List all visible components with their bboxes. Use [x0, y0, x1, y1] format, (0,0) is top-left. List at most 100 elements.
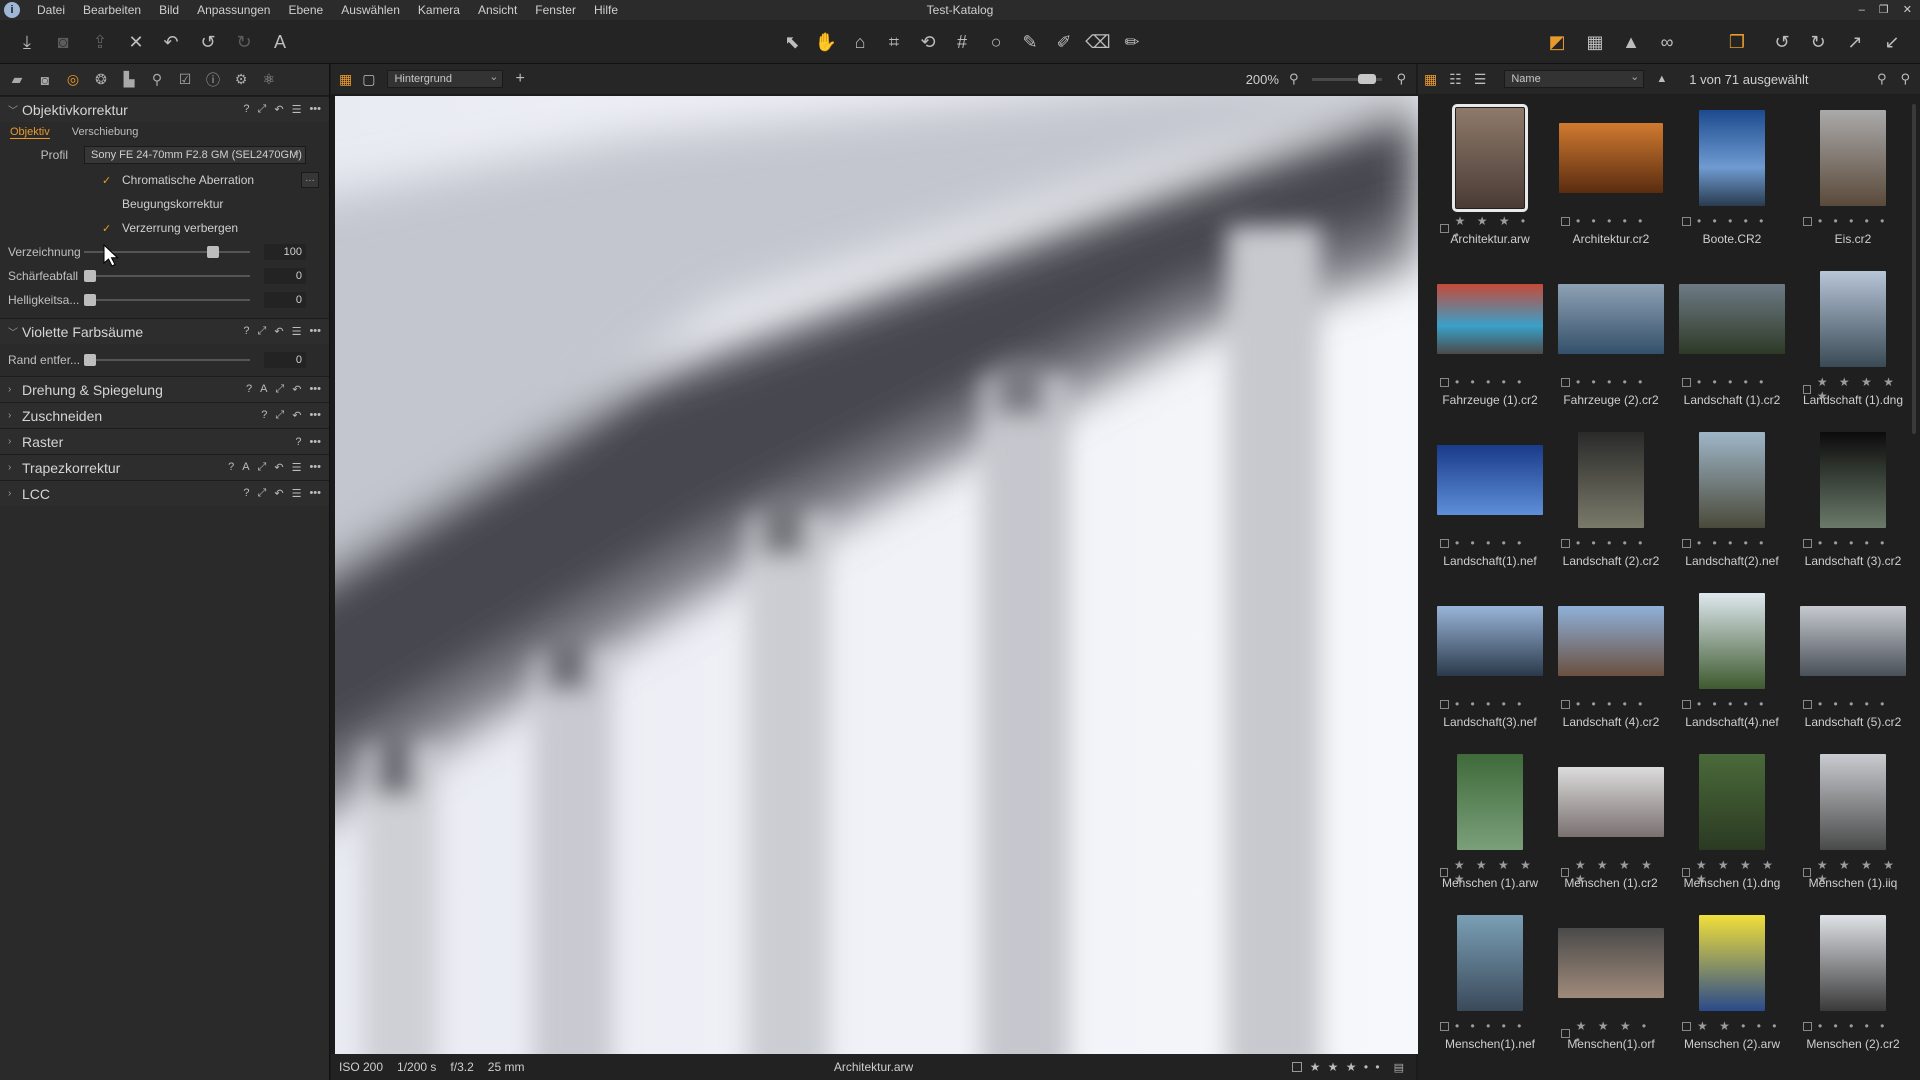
copy-adjustments-icon[interactable]: ↗: [1843, 30, 1867, 54]
slider-thumb[interactable]: [84, 294, 96, 306]
slider-track[interactable]: [84, 270, 250, 282]
more-icon[interactable]: •••: [309, 383, 321, 396]
pan-tool-icon[interactable]: ✋: [814, 30, 838, 54]
tab-library-icon[interactable]: ▰: [6, 69, 28, 91]
thumbnail-stars[interactable]: • • • • •: [1576, 375, 1646, 389]
presets-icon[interactable]: ☰: [292, 487, 302, 500]
thumbnail-image[interactable]: [1578, 432, 1644, 528]
subtab-objektiv[interactable]: Objektiv: [10, 126, 50, 139]
minimize-icon[interactable]: –: [1859, 0, 1865, 20]
thumbnail-cell[interactable]: ★ ★ ★ ★ ★ Menschen (1).iiq: [1793, 750, 1913, 910]
section-lcc[interactable]: › LCC ? ⤢ ↶ ☰ •••: [0, 480, 329, 506]
thumbnail-rating[interactable]: • • • • •: [1561, 375, 1661, 389]
status-checkbox[interactable]: [1291, 1062, 1302, 1072]
image-viewer[interactable]: [335, 96, 1418, 1054]
detail-view-icon[interactable]: ☰: [1474, 71, 1487, 88]
thumbnail-checkbox[interactable]: [1440, 538, 1449, 548]
menu-ansicht[interactable]: Ansicht: [469, 0, 526, 20]
copy-apply-icon[interactable]: ⤢: [258, 103, 267, 116]
subtab-verschiebung[interactable]: Verschiebung: [72, 126, 139, 138]
thumbnail-frame[interactable]: [1551, 428, 1671, 532]
thumbnail-frame[interactable]: [1551, 911, 1671, 1015]
help-icon[interactable]: ?: [243, 325, 249, 338]
thumbnail-cell[interactable]: ★ ★ ★ ★ ★ Menschen (1).arw: [1430, 750, 1550, 910]
thumbnail-frame[interactable]: [1430, 104, 1550, 212]
more-icon[interactable]: •••: [309, 325, 321, 338]
thumbnail-stars[interactable]: • • • • •: [1697, 697, 1767, 711]
undo-icon[interactable]: ↺: [196, 30, 220, 54]
reset-icon[interactable]: ↶: [159, 30, 183, 54]
copy-apply-icon[interactable]: ⤢: [258, 487, 267, 500]
thumbnail-image[interactable]: [1437, 606, 1543, 676]
thumbnail-image[interactable]: [1699, 754, 1765, 850]
aberration-options-button[interactable]: …: [301, 172, 319, 188]
thumbnail-image[interactable]: [1559, 123, 1663, 193]
thumbnail-frame[interactable]: [1551, 267, 1671, 371]
thumbnail-image[interactable]: [1558, 284, 1664, 354]
thumbnail-image[interactable]: [1800, 606, 1906, 676]
thumbnail-stars[interactable]: • • • • •: [1455, 375, 1525, 389]
thumbnail-frame[interactable]: [1793, 267, 1913, 371]
more-icon[interactable]: •••: [309, 436, 321, 448]
more-icon[interactable]: •••: [309, 409, 321, 422]
section-keystone[interactable]: › Trapezkorrektur ? A ⤢ ↶ ☰ •••: [0, 454, 329, 480]
thumbnail-frame[interactable]: [1430, 750, 1550, 854]
thumbnail-cell[interactable]: • • • • • Landschaft (2).cr2: [1551, 428, 1671, 588]
slider-track[interactable]: [84, 294, 250, 306]
thumbnail-stars[interactable]: • • • • •: [1818, 1019, 1888, 1033]
auto-icon[interactable]: A: [260, 383, 267, 396]
thumbnail-frame[interactable]: [1430, 911, 1550, 1015]
picker-tool-icon[interactable]: ✏: [1120, 30, 1144, 54]
menu-bearbeiten[interactable]: Bearbeiten: [74, 0, 150, 20]
before-after-icon[interactable]: ◩: [1545, 30, 1569, 54]
thumbnail-checkbox[interactable]: [1803, 699, 1812, 709]
reset-section-icon[interactable]: ↶: [274, 325, 283, 338]
thumbnail-stars[interactable]: • • • • •: [1576, 214, 1646, 228]
thumbnail-frame[interactable]: [1793, 428, 1913, 532]
zoom-out-icon[interactable]: ⚲: [1289, 71, 1299, 87]
zoom-level[interactable]: 200%: [1246, 72, 1279, 87]
menu-kamera[interactable]: Kamera: [409, 0, 469, 20]
filter-icon[interactable]: ⚲: [1877, 71, 1887, 87]
tab-capture-icon[interactable]: ◙: [34, 69, 56, 91]
redo-icon[interactable]: ↻: [232, 30, 256, 54]
thumbnail-frame[interactable]: [1672, 589, 1792, 693]
tab-metadata-icon[interactable]: ⓘ: [202, 69, 224, 91]
thumbnail-cell[interactable]: • • • • • Landschaft(1).nef: [1430, 428, 1550, 588]
thumbnail-cell[interactable]: • • • • • Landschaft(3).nef: [1430, 589, 1550, 749]
thumbnail-stars[interactable]: • • • • •: [1697, 536, 1767, 550]
thumbnail-frame[interactable]: [1672, 106, 1792, 210]
tab-details-icon[interactable]: ⚲: [146, 69, 168, 91]
thumbnail-checkbox[interactable]: [1803, 216, 1812, 226]
thumbnail-cell[interactable]: • • • • • Eis.cr2: [1793, 106, 1913, 266]
thumbnail-image[interactable]: [1820, 271, 1886, 367]
thumbnail-image[interactable]: [1437, 284, 1543, 354]
app-logo-icon[interactable]: i: [4, 2, 20, 18]
thumbnail-checkbox[interactable]: [1682, 216, 1691, 226]
thumbnail-image[interactable]: [1558, 928, 1664, 998]
menu-auswaehlen[interactable]: Auswählen: [332, 0, 409, 20]
thumbnail-cell[interactable]: • • • • • Landschaft(2).nef: [1672, 428, 1792, 588]
thumbnail-image[interactable]: [1820, 110, 1886, 206]
thumbnail-rating[interactable]: • • • • •: [1682, 375, 1782, 389]
thumbnail-frame[interactable]: [1672, 750, 1792, 854]
thumbnail-rating[interactable]: • • • • •: [1561, 214, 1661, 228]
thumbnail-cell[interactable]: ★ ★ ★ • • Menschen(1).orf: [1551, 911, 1671, 1071]
presets-icon[interactable]: ☰: [292, 461, 302, 474]
sort-select[interactable]: Name ⌄: [1504, 70, 1645, 88]
export-icon[interactable]: ⇪: [88, 30, 112, 54]
reset-section-icon[interactable]: ↶: [292, 383, 301, 396]
thumbnail-cell[interactable]: • • • • • Landschaft(4).nef: [1672, 589, 1792, 749]
thumbnail-stars[interactable]: ★ ★ • • •: [1697, 1019, 1780, 1033]
menu-datei[interactable]: Datei: [28, 0, 74, 20]
thumbnail-frame[interactable]: [1551, 589, 1671, 693]
delete-icon[interactable]: ✕: [124, 30, 148, 54]
slider-thumb[interactable]: [207, 246, 220, 258]
thumbnail-cell[interactable]: • • • • • Menschen (2).cr2: [1793, 911, 1913, 1071]
help-icon[interactable]: ?: [246, 383, 252, 396]
keystone-tool-icon[interactable]: #: [950, 30, 974, 54]
thumbnail-rating[interactable]: • • • • •: [1440, 375, 1540, 389]
thumbnail-rating[interactable]: • • • • •: [1440, 1019, 1540, 1033]
thumbnail-image[interactable]: [1457, 915, 1523, 1011]
section-lens-correction[interactable]: ﹀ Objektivkorrektur ? ⤢ ↶ ☰ •••: [0, 96, 329, 122]
